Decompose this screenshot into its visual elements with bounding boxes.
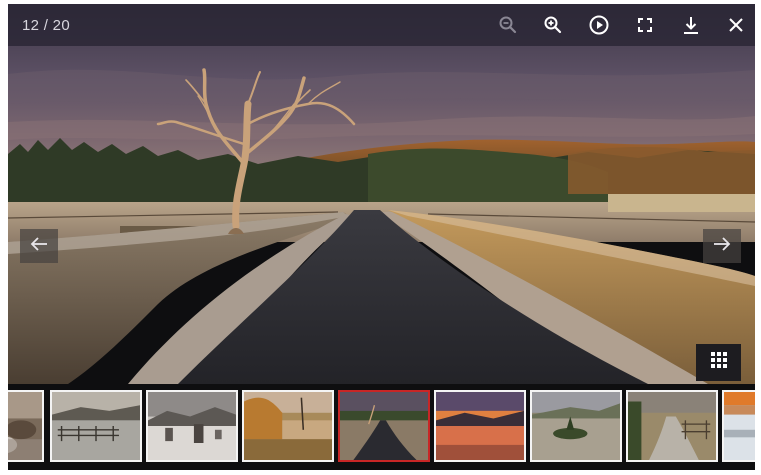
arrow-left-icon xyxy=(29,236,49,257)
play-icon xyxy=(588,14,610,36)
close-button[interactable] xyxy=(722,11,750,39)
thumbnail-autumn-lake xyxy=(244,392,332,460)
next-button[interactable] xyxy=(703,229,741,263)
download-icon xyxy=(682,15,700,35)
thumbnail-gated-path xyxy=(628,392,716,460)
zoom-out-icon xyxy=(498,15,518,35)
close-icon xyxy=(728,17,744,33)
arrow-right-icon xyxy=(712,236,732,257)
thumbnail-item[interactable] xyxy=(242,390,334,462)
zoom-in-icon xyxy=(543,15,563,35)
thumbnail-item-active[interactable] xyxy=(338,390,430,462)
fullscreen-icon xyxy=(636,16,654,34)
main-image xyxy=(8,4,755,384)
thumbnail-item[interactable] xyxy=(626,390,718,462)
download-button[interactable] xyxy=(677,11,705,39)
fullscreen-button[interactable] xyxy=(631,11,659,39)
thumbnail-item[interactable] xyxy=(722,390,755,462)
grid-icon xyxy=(710,352,727,373)
thumbnail-item[interactable] xyxy=(434,390,526,462)
thumbnail-grid-button[interactable] xyxy=(696,344,741,381)
country-road-photo xyxy=(8,4,755,384)
zoom-in-button[interactable] xyxy=(539,11,567,39)
thumbnail-item[interactable] xyxy=(530,390,622,462)
viewer-toolbar: 12 / 20 xyxy=(8,4,755,46)
thumbnail-country-road xyxy=(340,392,428,460)
thumbnail-frosty-rocks xyxy=(8,392,42,460)
thumbnail-item[interactable] xyxy=(50,390,142,462)
thumbnail-sunset-lake xyxy=(436,392,524,460)
thumbnail-flooded-fence xyxy=(52,392,140,460)
thumbnail-island-lake xyxy=(532,392,620,460)
zoom-out-button[interactable] xyxy=(494,11,522,39)
thumbnail-frozen-shore xyxy=(724,392,755,460)
lightbox-viewer: 12 / 20 xyxy=(8,4,755,470)
thumbnail-strip xyxy=(8,384,755,470)
previous-button[interactable] xyxy=(20,229,58,263)
image-counter: 12 / 20 xyxy=(22,17,70,34)
slideshow-button[interactable] xyxy=(585,11,613,39)
thumbnail-stone-circle xyxy=(148,392,236,460)
thumbnail-item[interactable] xyxy=(8,390,44,462)
thumbnail-item[interactable] xyxy=(146,390,238,462)
